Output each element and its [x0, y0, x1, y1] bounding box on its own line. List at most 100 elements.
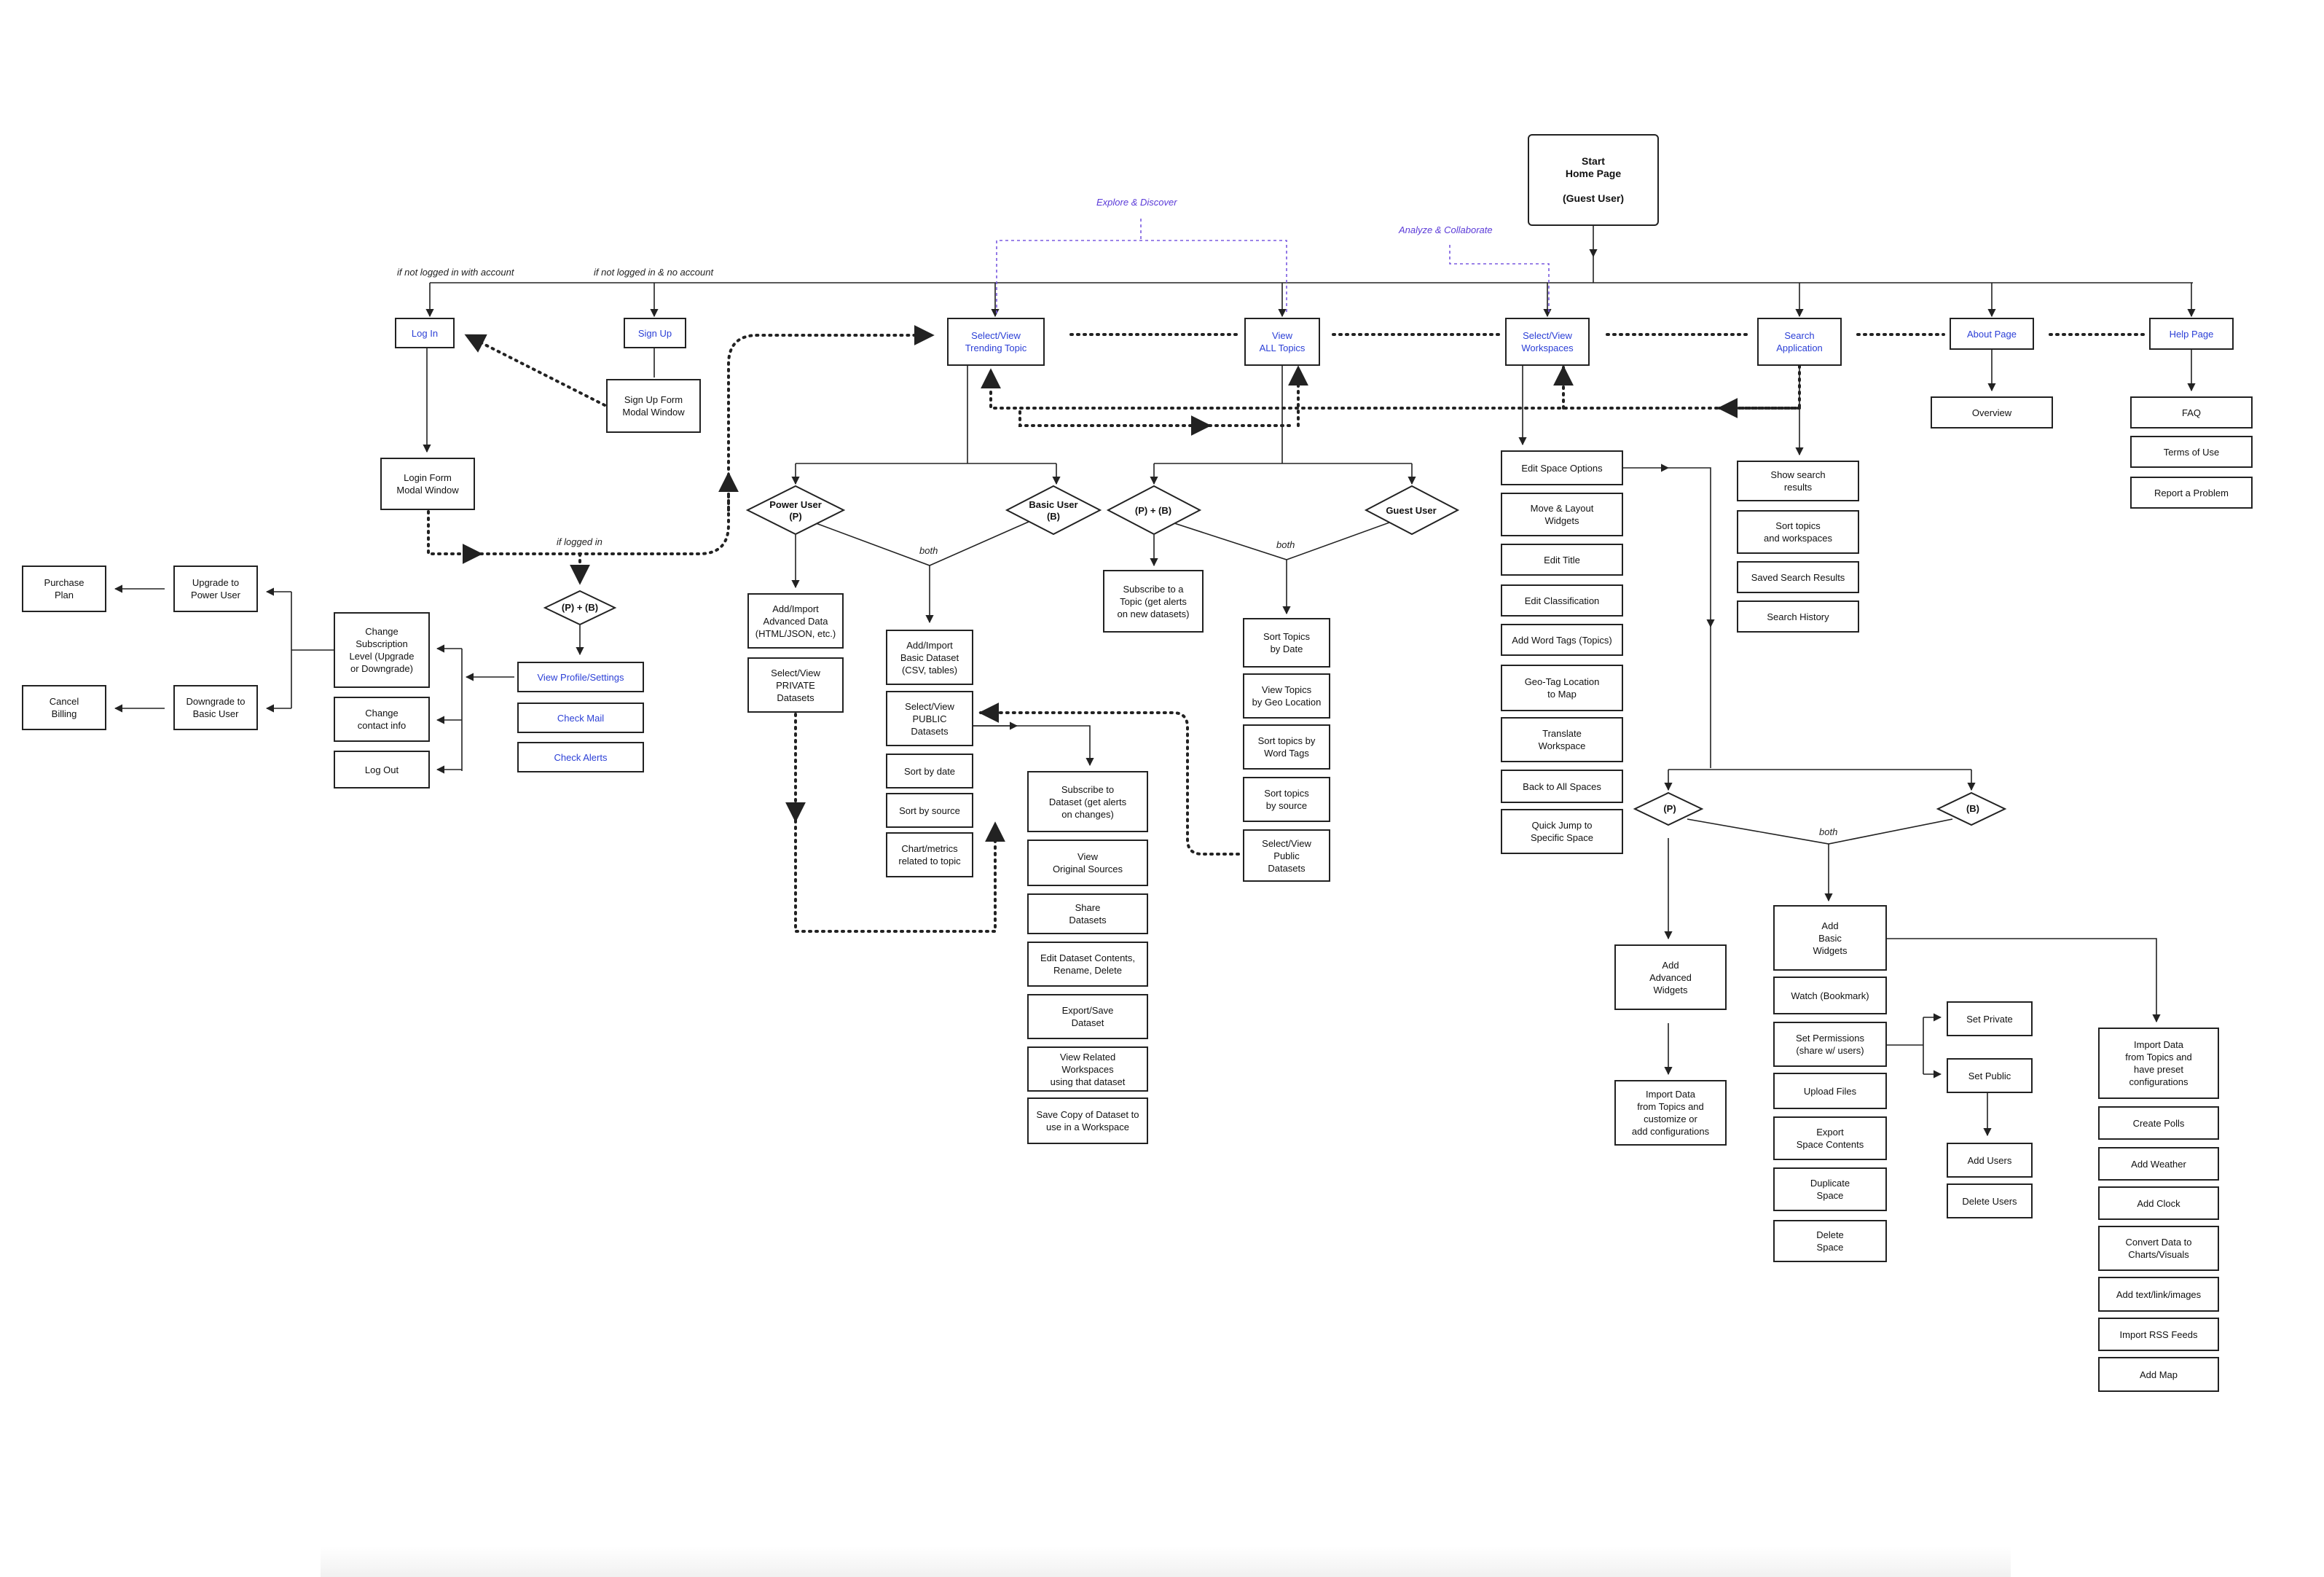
basic-user-decision: Basic User (B): [1029, 499, 1078, 522]
saved-search-results[interactable]: Saved Search Results: [1737, 561, 1859, 593]
add-basic-dataset[interactable]: Add/Import Basic Dataset (CSV, tables): [886, 630, 973, 685]
cancel-billing[interactable]: Cancel Billing: [22, 685, 106, 730]
nav-help-page[interactable]: Help Page: [2149, 318, 2234, 350]
log-out[interactable]: Log Out: [334, 751, 430, 788]
login-form-to-logged: [427, 510, 483, 564]
edit-dataset-contents[interactable]: Edit Dataset Contents, Rename, Delete: [1027, 942, 1148, 987]
show-search-results[interactable]: Show search results: [1737, 461, 1859, 501]
add-clock[interactable]: Add Clock: [2098, 1186, 2219, 1220]
view-profile-settings[interactable]: View Profile/Settings: [517, 662, 644, 692]
private-datasets[interactable]: Select/View PRIVATE Datasets: [747, 657, 844, 713]
sort-topics-word-tags[interactable]: Sort topics by Word Tags: [1243, 724, 1330, 770]
topics-geo-location[interactable]: View Topics by Geo Location: [1243, 673, 1330, 719]
topics-loop-dotted: [1018, 407, 1291, 427]
back-to-all-spaces[interactable]: Back to All Spaces: [1501, 770, 1623, 803]
terms-of-use[interactable]: Terms of Use: [2130, 436, 2253, 468]
nav-sign-up[interactable]: Sign Up: [624, 318, 686, 348]
nav-log-in[interactable]: Log In: [395, 318, 455, 348]
add-map[interactable]: Add Map: [2098, 1357, 2219, 1392]
delete-space[interactable]: Delete Space: [1773, 1220, 1887, 1262]
sort-topics-workspaces[interactable]: Sort topics and workspaces: [1737, 510, 1859, 554]
add-basic-widgets[interactable]: Add Basic Widgets: [1773, 905, 1887, 971]
public-datasets-trending[interactable]: Select/View PUBLIC Datasets: [886, 691, 973, 746]
workspace-b-decision: (B): [1966, 803, 1980, 814]
connector-layer: [114, 219, 2196, 1137]
downgrade-basic-user[interactable]: Downgrade to Basic User: [173, 685, 258, 730]
sort-topics-source[interactable]: Sort topics by source: [1243, 777, 1330, 822]
workspace-p-decision: (P): [1663, 803, 1676, 814]
nav-workspaces[interactable]: Select/View Workspaces: [1505, 318, 1590, 366]
edit-title[interactable]: Edit Title: [1501, 544, 1623, 576]
check-mail[interactable]: Check Mail: [517, 703, 644, 733]
both-trending-lines: [815, 521, 1029, 566]
faq[interactable]: FAQ: [2130, 396, 2253, 429]
subscribe-topic[interactable]: Subscribe to a Topic (get alerts on new …: [1103, 570, 1204, 633]
nav-about-page[interactable]: About Page: [1950, 318, 2034, 350]
report-a-problem[interactable]: Report a Problem: [2130, 477, 2253, 509]
note-explore-discover: Explore & Discover: [1096, 197, 1177, 208]
login-pb-decision: (P) + (B): [561, 602, 599, 613]
sort-by-source[interactable]: Sort by source: [886, 793, 973, 828]
public-to-subscribe: [973, 725, 1094, 767]
set-public[interactable]: Set Public: [1947, 1058, 2033, 1093]
set-permissions[interactable]: Set Permissions (share w/ users): [1773, 1022, 1887, 1067]
geo-tag-location[interactable]: Geo-Tag Location to Map: [1501, 665, 1623, 711]
set-private[interactable]: Set Private: [1947, 1001, 2033, 1036]
bottom-shadow-bar: [321, 1546, 2011, 1577]
delete-users[interactable]: Delete Users: [1947, 1183, 2033, 1218]
subscribe-dataset[interactable]: Subscribe to Dataset (get alerts on chan…: [1027, 771, 1148, 832]
export-space-contents[interactable]: Export Space Contents: [1773, 1116, 1887, 1160]
search-history[interactable]: Search History: [1737, 600, 1859, 633]
change-subscription-level[interactable]: Change Subscription Level (Upgrade or Do…: [334, 612, 430, 688]
edit-space-options[interactable]: Edit Space Options: [1501, 450, 1623, 485]
note-both-trending: both: [919, 545, 938, 556]
topics-pb-decision: (P) + (B): [1134, 505, 1172, 516]
move-layout-widgets[interactable]: Move & Layout Widgets: [1501, 493, 1623, 536]
import-rss-feeds[interactable]: Import RSS Feeds: [2098, 1318, 2219, 1351]
import-data-customize[interactable]: Import Data from Topics and customize or…: [1614, 1080, 1727, 1146]
view-related-workspaces[interactable]: View Related Workspaces using that datas…: [1027, 1046, 1148, 1092]
power-user-decision: Power User (P): [769, 499, 822, 522]
quick-jump-space[interactable]: Quick Jump to Specific Space: [1501, 809, 1623, 854]
sort-by-date[interactable]: Sort by date: [886, 754, 973, 788]
note-analyze-collaborate: Analyze & Collaborate: [1399, 224, 1493, 235]
add-text-link-images[interactable]: Add text/link/images: [2098, 1277, 2219, 1312]
share-datasets[interactable]: Share Datasets: [1027, 893, 1148, 934]
import-data-preset[interactable]: Import Data from Topics and have preset …: [2098, 1028, 2219, 1099]
view-original-sources[interactable]: View Original Sources: [1027, 840, 1148, 886]
export-save-dataset[interactable]: Export/Save Dataset: [1027, 994, 1148, 1039]
add-word-tags[interactable]: Add Word Tags (Topics): [1501, 624, 1623, 656]
chart-metrics[interactable]: Chart/metrics related to topic: [886, 832, 973, 877]
duplicate-space[interactable]: Duplicate Space: [1773, 1167, 1887, 1211]
nav-all-topics[interactable]: View ALL Topics: [1244, 318, 1320, 366]
upload-files[interactable]: Upload Files: [1773, 1073, 1887, 1109]
add-advanced-data[interactable]: Add/Import Advanced Data (HTML/JSON, etc…: [747, 593, 844, 649]
create-polls[interactable]: Create Polls: [2098, 1106, 2219, 1140]
add-users[interactable]: Add Users: [1947, 1143, 2033, 1178]
public-datasets-topics[interactable]: Select/View Public Datasets: [1243, 829, 1330, 882]
upgrade-power-user[interactable]: Upgrade to Power User: [173, 566, 258, 612]
edit-classification[interactable]: Edit Classification: [1501, 584, 1623, 617]
add-weather[interactable]: Add Weather: [2098, 1147, 2219, 1181]
login-form-modal[interactable]: Login Form Modal Window: [380, 458, 475, 510]
save-copy-dataset[interactable]: Save Copy of Dataset to use in a Workspa…: [1027, 1097, 1148, 1144]
nav-trending-topic[interactable]: Select/View Trending Topic: [947, 318, 1045, 366]
sort-topics-date[interactable]: Sort Topics by Date: [1243, 618, 1330, 668]
start-home-page[interactable]: Start Home Page (Guest User): [1528, 134, 1659, 226]
signup-form-modal[interactable]: Sign Up Form Modal Window: [606, 379, 701, 433]
nav-search[interactable]: Search Application: [1757, 318, 1842, 366]
note-both-topics: both: [1276, 539, 1295, 550]
watch-bookmark[interactable]: Watch (Bookmark): [1773, 977, 1887, 1014]
purchase-plan[interactable]: Purchase Plan: [22, 566, 106, 612]
analyze-bracket: [1449, 245, 1550, 313]
add-advanced-widgets[interactable]: Add Advanced Widgets: [1614, 944, 1727, 1010]
note-not-logged-no-account: if not logged in & no account: [594, 267, 714, 278]
translate-workspace[interactable]: Translate Workspace: [1501, 717, 1623, 762]
user-flow-diagram: Start Home Page (Guest User) if not logg…: [0, 0, 2324, 1577]
check-alerts[interactable]: Check Alerts: [517, 742, 644, 772]
change-contact-info[interactable]: Change contact info: [334, 697, 430, 742]
guest-user-decision: Guest User: [1386, 505, 1437, 516]
search-to-trending-dotted: [981, 364, 1801, 410]
overview[interactable]: Overview: [1931, 396, 2053, 429]
convert-data-charts[interactable]: Convert Data to Charts/Visuals: [2098, 1226, 2219, 1271]
